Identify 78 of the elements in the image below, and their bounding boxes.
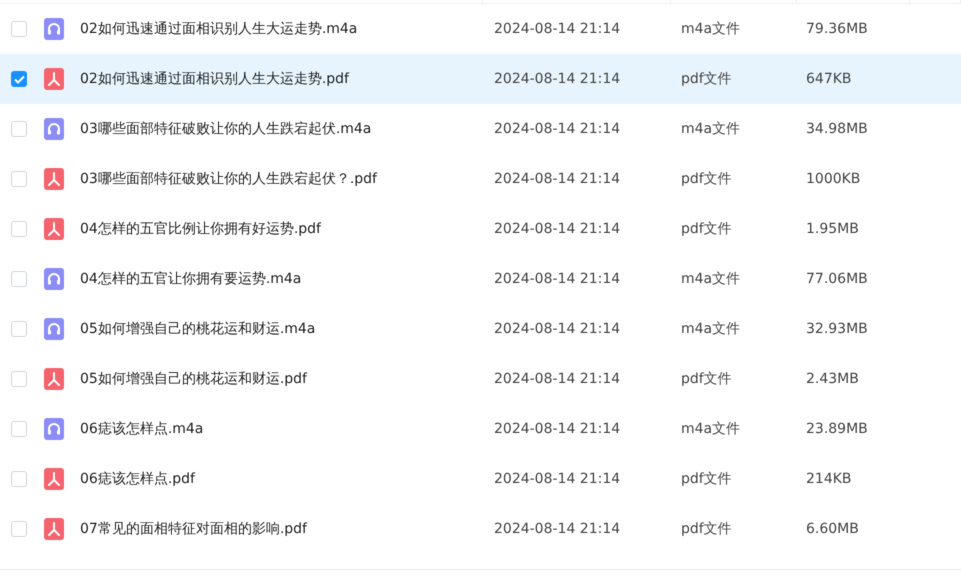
file-row[interactable]: 03哪些面部特征破败让你的人生跌宕起伏.m4a 2024-08-14 21:14 m4a文件 34.98MB xyxy=(0,104,961,154)
file-size: 6.60MB xyxy=(806,521,860,537)
modified-date: 2024-08-14 21:14 xyxy=(494,271,622,287)
file-type: m4a文件 xyxy=(681,20,742,38)
file-row[interactable]: 03哪些面部特征破败让你的人生跌宕起伏？.pdf 2024-08-14 21:14 pdf文件 1000KB xyxy=(0,154,961,204)
checkbox[interactable] xyxy=(11,21,27,37)
pdf-icon xyxy=(44,168,64,190)
modified-date: 2024-08-14 21:14 xyxy=(494,21,622,37)
file-type: pdf文件 xyxy=(681,370,733,388)
pdf-icon xyxy=(44,468,64,490)
file-size: 1000KB xyxy=(806,171,862,187)
headphones-icon xyxy=(44,268,64,290)
checkbox[interactable] xyxy=(11,521,27,537)
checkbox[interactable] xyxy=(11,171,27,187)
checkbox[interactable] xyxy=(11,471,27,487)
file-type: pdf文件 xyxy=(681,220,733,238)
file-name[interactable]: 02如何迅速通过面相识别人生大运走势.m4a xyxy=(80,20,494,38)
file-row[interactable]: 04怎样的五官比例让你拥有好运势.pdf 2024-08-14 21:14 pdf文件 1.95MB xyxy=(0,204,961,254)
file-name[interactable]: 03哪些面部特征破败让你的人生跌宕起伏？.pdf xyxy=(80,170,494,188)
check-icon xyxy=(14,74,24,84)
headphones-icon xyxy=(44,18,64,40)
file-name[interactable]: 02如何迅速通过面相识别人生大运走势.pdf xyxy=(80,70,494,88)
file-name[interactable]: 06痣该怎样点.m4a xyxy=(80,420,494,438)
file-name[interactable]: 05如何增强自己的桃花运和财运.pdf xyxy=(80,370,494,388)
checkbox[interactable] xyxy=(11,371,27,387)
file-size: 34.98MB xyxy=(806,121,869,137)
file-row[interactable]: 02如何迅速通过面相识别人生大运走势.pdf 2024-08-14 21:14 pdf文件 647KB xyxy=(0,54,961,104)
file-size: 77.06MB xyxy=(806,271,869,287)
modified-date: 2024-08-14 21:14 xyxy=(494,371,622,387)
headphones-icon xyxy=(44,418,64,440)
file-size: 647KB xyxy=(806,71,853,87)
checkbox[interactable] xyxy=(11,71,27,87)
file-type: m4a文件 xyxy=(681,270,742,288)
file-row[interactable]: 02如何迅速通过面相识别人生大运走势.m4a 2024-08-14 21:14 m4a文件 79.36MB xyxy=(0,4,961,54)
file-name[interactable]: 05如何增强自己的桃花运和财运.m4a xyxy=(80,320,494,338)
file-type: pdf文件 xyxy=(681,520,733,538)
modified-date: 2024-08-14 21:14 xyxy=(494,421,622,437)
file-type: m4a文件 xyxy=(681,120,742,138)
modified-date: 2024-08-14 21:14 xyxy=(494,71,622,87)
modified-date: 2024-08-14 21:14 xyxy=(494,521,622,537)
file-name[interactable]: 06痣该怎样点.pdf xyxy=(80,470,494,488)
file-name[interactable]: 04怎样的五官让你拥有要运势.m4a xyxy=(80,270,494,288)
file-name[interactable]: 04怎样的五官比例让你拥有好运势.pdf xyxy=(80,220,494,238)
modified-date: 2024-08-14 21:14 xyxy=(494,121,622,137)
headphones-icon xyxy=(44,118,64,140)
file-row[interactable]: 07常见的面相特征对面相的影响.pdf 2024-08-14 21:14 pdf文件 6.60MB xyxy=(0,504,961,554)
file-type: m4a文件 xyxy=(681,320,742,338)
file-row[interactable]: 05如何增强自己的桃花运和财运.m4a 2024-08-14 21:14 m4a文件 32.93MB xyxy=(0,304,961,354)
file-size: 214KB xyxy=(806,471,853,487)
file-name[interactable]: 03哪些面部特征破败让你的人生跌宕起伏.m4a xyxy=(80,120,494,138)
file-size: 79.36MB xyxy=(806,21,869,37)
modified-date: 2024-08-14 21:14 xyxy=(494,321,622,337)
checkbox[interactable] xyxy=(11,321,27,337)
file-type: m4a文件 xyxy=(681,420,742,438)
modified-date: 2024-08-14 21:14 xyxy=(494,471,622,487)
file-size: 2.43MB xyxy=(806,371,860,387)
pdf-icon xyxy=(44,218,64,240)
file-name[interactable]: 07常见的面相特征对面相的影响.pdf xyxy=(80,520,494,538)
file-type: pdf文件 xyxy=(681,170,733,188)
checkbox[interactable] xyxy=(11,421,27,437)
file-size: 23.89MB xyxy=(806,421,869,437)
file-size: 1.95MB xyxy=(806,221,860,237)
file-row[interactable]: 06痣该怎样点.m4a 2024-08-14 21:14 m4a文件 23.89MB xyxy=(0,404,961,454)
modified-date: 2024-08-14 21:14 xyxy=(494,171,622,187)
modified-date: 2024-08-14 21:14 xyxy=(494,221,622,237)
file-row[interactable]: 04怎样的五官让你拥有要运势.m4a 2024-08-14 21:14 m4a文件 77.06MB xyxy=(0,254,961,304)
file-type: pdf文件 xyxy=(681,70,733,88)
pdf-icon xyxy=(44,368,64,390)
file-type: pdf文件 xyxy=(681,470,733,488)
checkbox[interactable] xyxy=(11,121,27,137)
checkbox[interactable] xyxy=(11,221,27,237)
file-row[interactable]: 06痣该怎样点.pdf 2024-08-14 21:14 pdf文件 214KB xyxy=(0,454,961,504)
pdf-icon xyxy=(44,518,64,540)
pdf-icon xyxy=(44,68,64,90)
checkbox[interactable] xyxy=(11,271,27,287)
headphones-icon xyxy=(44,318,64,340)
file-row[interactable]: 05如何增强自己的桃花运和财运.pdf 2024-08-14 21:14 pdf文件 2.43MB xyxy=(0,354,961,404)
file-size: 32.93MB xyxy=(806,321,869,337)
